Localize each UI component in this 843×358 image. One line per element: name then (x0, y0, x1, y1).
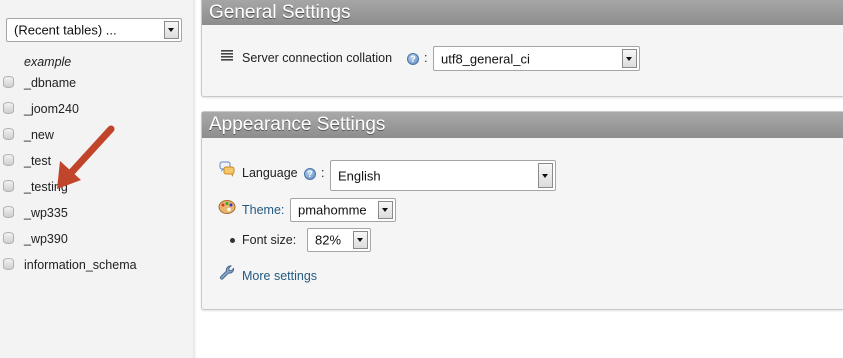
language-icon (219, 161, 235, 177)
wrench-icon (219, 265, 235, 280)
database-name[interactable]: information_schema (24, 258, 137, 272)
chevron-down-icon[interactable] (353, 231, 368, 249)
database-icon (3, 76, 14, 88)
chevron-down-icon[interactable] (622, 49, 637, 68)
database-name[interactable]: _new (24, 128, 54, 142)
help-icon[interactable]: ? (304, 168, 316, 180)
recent-tables-value: (Recent tables) ... (14, 22, 117, 38)
database-name[interactable]: _test (24, 154, 51, 168)
colon: : (321, 166, 325, 180)
db-list-header: example (24, 55, 72, 69)
general-settings-panel: General Settings Server connection colla… (201, 0, 843, 97)
list-item[interactable]: information_schema (0, 252, 190, 278)
database-icon (3, 154, 14, 166)
database-name[interactable]: _wp335 (24, 206, 68, 220)
chevron-down-icon[interactable] (164, 21, 179, 39)
chevron-down-icon[interactable] (538, 163, 553, 188)
list-item[interactable]: _wp335 (0, 200, 190, 226)
font-size-label: Font size: (242, 233, 297, 247)
language-select[interactable]: English (330, 160, 556, 191)
database-name[interactable]: _joom240 (24, 102, 79, 116)
list-item[interactable]: _dbname (0, 70, 190, 96)
red-arrow-annotation (57, 125, 115, 189)
collation-value: utf8_general_ci (441, 51, 530, 66)
bullet-icon (230, 238, 235, 243)
collation-label: Server connection collation (242, 51, 393, 65)
chevron-down-icon[interactable] (378, 201, 393, 219)
database-icon (3, 258, 14, 270)
appearance-settings-title: Appearance Settings (202, 112, 843, 138)
collation-select[interactable]: utf8_general_ci (433, 46, 640, 71)
theme-value: pmahomme (298, 202, 367, 218)
database-icon (3, 180, 14, 192)
list-icon (221, 50, 233, 61)
help-icon[interactable]: ? (407, 53, 419, 65)
font-size-value: 82% (315, 232, 342, 248)
database-icon (3, 102, 14, 114)
language-value: English (338, 168, 381, 183)
appearance-settings-panel: Appearance Settings Language ? : English… (201, 111, 843, 310)
theme-select[interactable]: pmahomme (290, 198, 396, 222)
general-settings-title: General Settings (202, 0, 843, 25)
database-name[interactable]: _dbname (24, 76, 76, 90)
palette-icon (218, 200, 236, 214)
database-icon (3, 232, 14, 244)
list-item[interactable]: _joom240 (0, 96, 190, 122)
navigation-panel: (Recent tables) ... example _dbname _joo… (0, 0, 194, 358)
language-label: Language (242, 166, 298, 180)
database-icon (3, 206, 14, 218)
database-icon (3, 128, 14, 140)
recent-tables-select[interactable]: (Recent tables) ... (6, 18, 182, 42)
theme-link[interactable]: Theme: (242, 203, 284, 217)
more-settings-link[interactable]: More settings (242, 269, 317, 283)
navigation-divider (193, 0, 197, 358)
font-size-select[interactable]: 82% (307, 228, 371, 252)
list-item[interactable]: _wp390 (0, 226, 190, 252)
colon: : (424, 51, 428, 65)
database-name[interactable]: _wp390 (24, 232, 68, 246)
